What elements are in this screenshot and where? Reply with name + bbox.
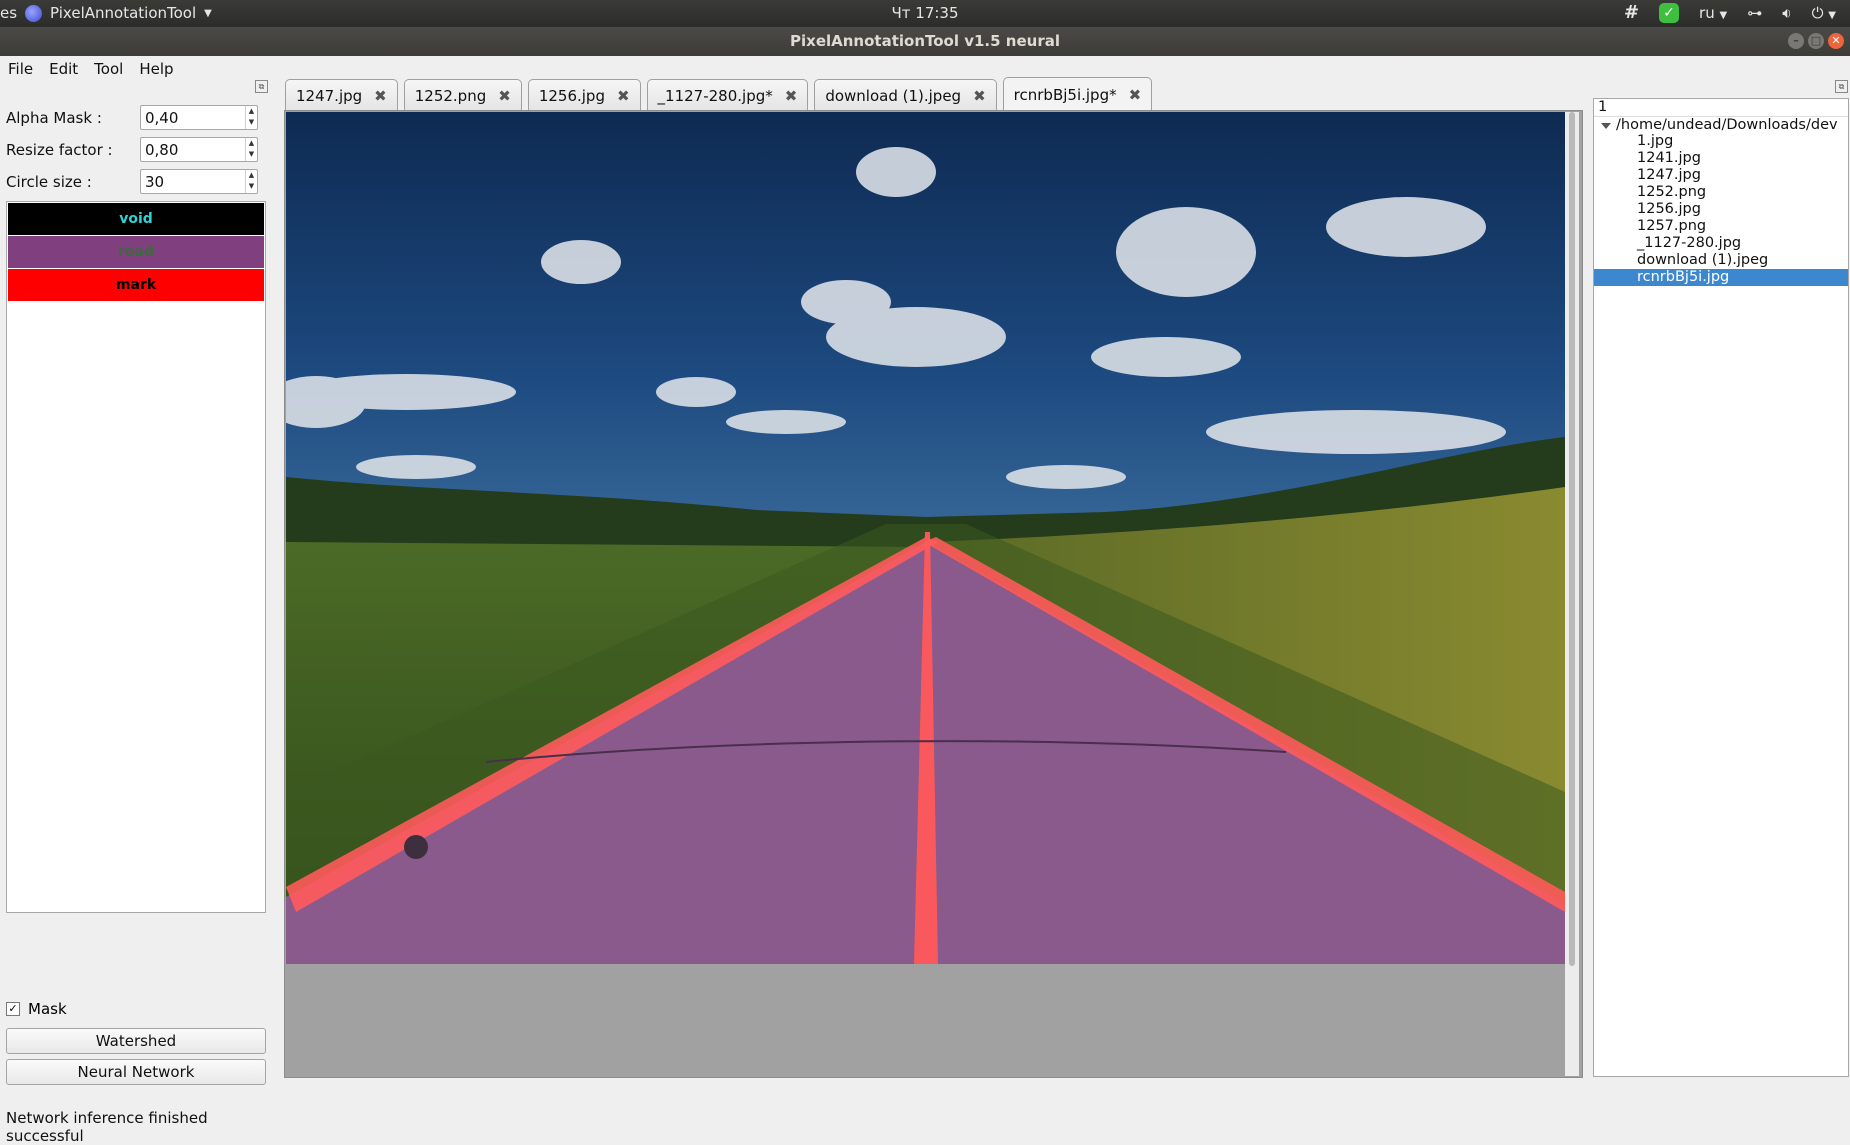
tab-1252[interactable]: 1252.png ✖	[403, 79, 522, 111]
file-tree: 1 /home/undead/Downloads/dev 1.jpg 1241.…	[1593, 98, 1849, 1077]
image-tabs: 1247.jpg ✖ 1252.png ✖ 1256.jpg ✖ _1127-280.…	[285, 77, 1158, 111]
clock[interactable]: Чт 17:35	[0, 4, 1850, 22]
tree-header: 1	[1594, 99, 1848, 117]
menu-file[interactable]: File	[0, 60, 41, 78]
minimize-icon[interactable]: –	[1788, 33, 1804, 49]
scrollbar-thumb[interactable]	[1569, 112, 1575, 966]
menu-help[interactable]: Help	[131, 60, 181, 78]
tab-1256[interactable]: 1256.jpg ✖	[527, 79, 641, 111]
system-tray: # ✓ ru ▼ ⊶ 🔉︎ ⏻ ▼	[1624, 2, 1836, 23]
brush-cursor	[404, 835, 428, 859]
network-icon[interactable]: ⊶	[1747, 4, 1762, 22]
label-item-void[interactable]: void	[8, 203, 264, 235]
annotated-road-image[interactable]	[286, 112, 1565, 964]
tree-file-item[interactable]: 1247.jpg	[1594, 167, 1848, 184]
check-icon[interactable]: ✓	[1659, 2, 1680, 23]
tree-file-item[interactable]: 1252.png	[1594, 184, 1848, 201]
left-dock: ⧉ Alpha Mask : 0,40 ▲ ▼ Resize factor : 0…	[0, 78, 272, 1145]
tree-file-item[interactable]: 1241.jpg	[1594, 150, 1848, 167]
close-icon[interactable]: ✖	[498, 87, 511, 105]
close-icon[interactable]: ✖	[785, 87, 798, 105]
tab-1127-280[interactable]: _1127-280.jpg* ✖	[646, 79, 809, 111]
tree-file-item[interactable]: 1257.png	[1594, 218, 1848, 235]
tree-file-item[interactable]: _1127-280.jpg	[1594, 235, 1848, 252]
window-title-bar: PixelAnnotationTool v1.5 neural – □ ✕	[0, 27, 1850, 56]
watershed-button[interactable]: Watershed	[6, 1028, 266, 1054]
tab-1247[interactable]: 1247.jpg ✖	[285, 79, 398, 111]
spin-arrows-icon[interactable]: ▲ ▼	[245, 170, 257, 193]
tree-root-folder[interactable]: /home/undead/Downloads/dev	[1594, 117, 1848, 133]
spin-arrows-icon[interactable]: ▲ ▼	[245, 138, 257, 161]
window-title: PixelAnnotationTool v1.5 neural	[790, 32, 1060, 50]
window-buttons: – □ ✕	[1788, 33, 1844, 49]
close-icon[interactable]: ✖	[973, 87, 986, 105]
alpha-mask-row: Alpha Mask : 0,40 ▲ ▼	[6, 105, 258, 130]
label-item-mark[interactable]: mark	[8, 269, 264, 301]
status-text: Network inference finished successful	[6, 1109, 208, 1145]
system-top-bar: es PixelAnnotationTool ▼ Чт 17:35 # ✓ ru…	[0, 0, 1850, 27]
power-icon[interactable]: ⏻ ▼	[1812, 4, 1836, 22]
language-indicator[interactable]: ru ▼	[1699, 4, 1727, 22]
tree-file-item[interactable]: 1.jpg	[1594, 133, 1848, 150]
neural-network-button[interactable]: Neural Network	[6, 1059, 266, 1085]
circle-size-label: Circle size :	[6, 172, 92, 191]
mask-checkbox-row[interactable]: ✓ Mask	[6, 1000, 67, 1018]
maximize-icon[interactable]: □	[1808, 33, 1824, 49]
menu-tool[interactable]: Tool	[86, 60, 131, 78]
label-item-road[interactable]: road	[8, 236, 264, 268]
tab-rcnrbbj5i[interactable]: rcnrbBj5i.jpg* ✖	[1002, 77, 1153, 111]
label-list: void road mark	[6, 201, 266, 913]
volume-icon[interactable]: 🔉︎	[1782, 4, 1791, 22]
resize-factor-spinbox[interactable]: 0,80 ▲ ▼	[140, 137, 258, 162]
mask-checkbox[interactable]: ✓	[6, 1002, 20, 1016]
close-icon[interactable]: ✖	[1129, 86, 1142, 104]
tree-file-item-selected[interactable]: rcnrbBj5i.jpg	[1594, 269, 1848, 286]
close-icon[interactable]: ✕	[1828, 33, 1844, 49]
dock-float-icon[interactable]: ⧉	[1835, 80, 1848, 93]
close-icon[interactable]: ✖	[374, 87, 387, 105]
slack-icon[interactable]: #	[1624, 2, 1639, 23]
circle-size-spinbox[interactable]: 30 ▲ ▼	[140, 169, 258, 194]
resize-factor-label: Resize factor :	[6, 140, 113, 159]
alpha-mask-label: Alpha Mask :	[6, 108, 102, 127]
spin-arrows-icon[interactable]: ▲ ▼	[245, 106, 257, 129]
menu-edit[interactable]: Edit	[41, 60, 86, 78]
close-icon[interactable]: ✖	[617, 87, 630, 105]
alpha-mask-spinbox[interactable]: 0,40 ▲ ▼	[140, 105, 258, 130]
mask-checkbox-label: Mask	[28, 1000, 67, 1018]
tree-file-item[interactable]: 1256.jpg	[1594, 201, 1848, 218]
tree-file-item[interactable]: download (1).jpeg	[1594, 252, 1848, 269]
resize-factor-row: Resize factor : 0,80 ▲ ▼	[6, 137, 258, 162]
tab-download[interactable]: download (1).jpeg ✖	[814, 79, 997, 111]
dock-float-icon[interactable]: ⧉	[255, 80, 268, 93]
circle-size-row: Circle size : 30 ▲ ▼	[6, 169, 258, 194]
